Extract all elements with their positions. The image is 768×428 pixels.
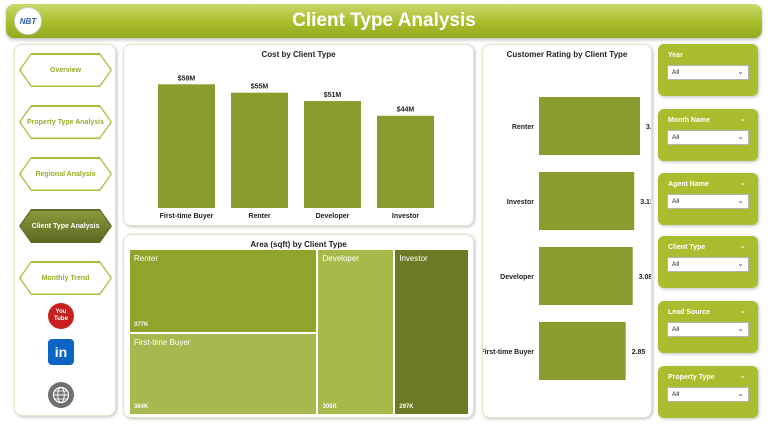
year-slicer-label: Year: [668, 52, 683, 59]
chevron-down-icon[interactable]: ⌄: [739, 306, 746, 315]
treemap-cell-investor[interactable]: Investor 297K: [395, 250, 468, 414]
lead-source-slicer-label: Lead Source: [668, 309, 711, 316]
nav-regional-analysis-button[interactable]: Regional Analysis: [19, 157, 112, 191]
property-type-dropdown-value: All: [672, 391, 680, 398]
treemap-label: Investor: [399, 254, 428, 263]
lead-source-slicer: Lead Source ⌄ All ⌄: [658, 301, 758, 353]
year-dropdown[interactable]: All ⌄: [667, 65, 749, 80]
chevron-down-icon: ⌄: [737, 259, 744, 268]
treemap-value: 305K: [322, 404, 337, 410]
chevron-down-icon: ⌄: [737, 196, 744, 205]
lead-source-dropdown[interactable]: All ⌄: [667, 322, 749, 337]
property-type-slicer-label: Property Type: [668, 374, 715, 381]
linkedin-icon-text: in: [54, 344, 68, 360]
bar-first-time-buyer: [158, 84, 215, 208]
client-type-dropdown-value: All: [672, 261, 680, 268]
treemap-cell-renter[interactable]: Renter 377K: [130, 250, 317, 333]
page-title: Client Type Analysis: [292, 10, 476, 31]
nav-monthly-trend-label: Monthly Trend: [20, 262, 111, 294]
data-label: $55M: [251, 84, 269, 91]
lead-source-dropdown-value: All: [672, 326, 680, 333]
nav-overview-button[interactable]: Overview: [19, 53, 112, 87]
chevron-down-icon[interactable]: ⌄: [739, 114, 746, 123]
treemap-label: Developer: [322, 254, 359, 263]
nav-client-type-analysis-label: Client Type Analysis: [20, 210, 111, 242]
chevron-down-icon: ⌄: [737, 389, 744, 398]
month-name-dropdown[interactable]: All ⌄: [667, 130, 749, 145]
rating-chart-plot: Renter 3.32 Investor 3.13 Developer 3.08 First…: [483, 97, 651, 380]
y-tick-label: Renter: [512, 124, 534, 131]
y-tick-label: First-time Buyer: [483, 349, 534, 356]
chevron-down-icon[interactable]: ⌄: [739, 178, 746, 187]
bar-investor: [539, 172, 635, 230]
agent-name-slicer-label: Agent Name: [668, 181, 709, 188]
cost-chart-plot: $59M First-time Buyer $55M Renter $51M Develo…: [158, 75, 434, 220]
y-tick-label: Developer: [500, 274, 534, 281]
header-bar: NBT Client Type Analysis: [6, 4, 762, 38]
data-label: 3.08: [639, 274, 651, 281]
client-type-slicer-label: Client Type: [668, 244, 706, 251]
data-label: 3.32: [646, 124, 651, 131]
bar-renter: [539, 97, 641, 155]
nav-property-type-analysis-label: Property Type Analysis: [20, 106, 111, 138]
data-label: 3.13: [640, 199, 651, 206]
chevron-down-icon[interactable]: ⌄: [739, 241, 746, 250]
agent-name-slicer: Agent Name ⌄ All ⌄: [658, 173, 758, 225]
nav-monthly-trend-button[interactable]: Monthly Trend: [19, 261, 112, 295]
chevron-down-icon: ⌄: [737, 132, 744, 141]
data-label: $44M: [397, 107, 415, 114]
nav-property-type-analysis-button[interactable]: Property Type Analysis: [19, 105, 112, 139]
treemap-value: 297K: [399, 404, 414, 410]
property-type-slicer: Property Type ⌄ All ⌄: [658, 366, 758, 418]
month-name-slicer-label: Month Name: [668, 117, 710, 124]
bar-investor: [377, 115, 434, 208]
treemap-label: Renter: [134, 254, 159, 263]
customer-rating-chart[interactable]: Customer Rating by Client Type Renter3.3…: [482, 44, 652, 418]
linkedin-icon[interactable]: in: [48, 339, 74, 365]
area-treemap: Renter 377K First-time Buyer 364K Developer 3…: [130, 250, 468, 414]
chevron-down-icon: ⌄: [737, 324, 744, 333]
navigation-panel: Overview Property Type Analysis Regional…: [14, 44, 116, 416]
globe-icon[interactable]: [48, 382, 74, 408]
x-tick-label: Investor: [392, 213, 420, 220]
youtube-icon-text: You Tube: [54, 309, 68, 322]
bar-developer: [539, 247, 633, 305]
treemap-cell-first-time-buyer[interactable]: First-time Buyer 364K: [130, 334, 317, 414]
chevron-down-icon: ⌄: [737, 67, 744, 76]
data-label: $59M: [178, 75, 196, 82]
agent-name-dropdown-value: All: [672, 198, 680, 205]
youtube-icon[interactable]: You Tube: [48, 303, 74, 329]
treemap-cell-developer[interactable]: Developer 305K: [318, 250, 394, 414]
cost-by-client-type-chart[interactable]: Cost by Client Type $59M First-time Buyer…: [123, 44, 474, 226]
chevron-down-icon[interactable]: ⌄: [739, 371, 746, 380]
x-tick-label: First-time Buyer: [160, 213, 214, 220]
area-chart-title: Area (sqft) by Client Type: [250, 240, 347, 249]
property-type-dropdown[interactable]: All ⌄: [667, 387, 749, 402]
treemap-label: First-time Buyer: [134, 338, 191, 348]
nav-client-type-analysis-button[interactable]: Client Type Analysis: [19, 209, 112, 243]
nav-overview-label: Overview: [20, 54, 111, 86]
bar-developer: [304, 101, 361, 208]
treemap-value: 377K: [134, 322, 149, 329]
y-tick-label: Investor: [507, 199, 535, 206]
area-by-client-type-chart[interactable]: Area (sqft) by Client Type Renter 377K Fir…: [123, 234, 474, 418]
x-tick-label: Developer: [316, 213, 350, 220]
month-name-dropdown-value: All: [672, 134, 680, 141]
x-tick-label: Renter: [248, 213, 270, 220]
client-type-dropdown[interactable]: All ⌄: [667, 257, 749, 272]
month-name-slicer: Month Name ⌄ All ⌄: [658, 109, 758, 161]
nav-regional-analysis-label: Regional Analysis: [20, 158, 111, 190]
client-type-slicer: Client Type ⌄ All ⌄: [658, 236, 758, 288]
data-label: $51M: [324, 92, 342, 99]
agent-name-dropdown[interactable]: All ⌄: [667, 194, 749, 209]
bar-renter: [231, 92, 288, 208]
year-dropdown-value: All: [672, 69, 680, 76]
year-slicer: Year All ⌄: [658, 44, 758, 96]
data-label: 2.85: [632, 349, 646, 356]
treemap-value: 364K: [134, 403, 149, 410]
bar-first-time-buyer: [539, 322, 626, 380]
